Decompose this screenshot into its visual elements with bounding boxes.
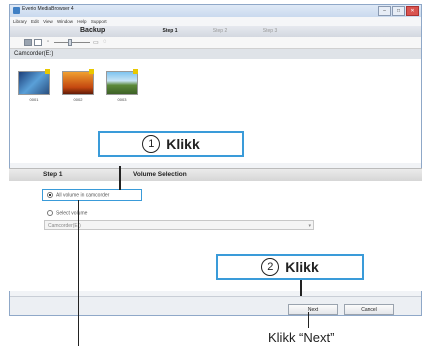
tab-step-2: Step 2 xyxy=(212,28,228,34)
menu-window[interactable]: Window xyxy=(57,17,73,26)
callout-text: Klikk xyxy=(166,136,200,152)
grid-view-icon[interactable] xyxy=(24,39,32,46)
thumbnail-1[interactable] xyxy=(18,69,50,95)
minimize-button[interactable]: – xyxy=(378,6,391,16)
page-title: Backup xyxy=(80,27,106,34)
zoom-slider-track xyxy=(54,42,90,43)
volume-dropdown[interactable]: Camcorder(E:) ▾ xyxy=(44,220,314,230)
title-bar: Everio MediaBrowser 4 – □ ✕ xyxy=(10,5,421,17)
radio-icon[interactable] xyxy=(47,210,53,216)
callout-1: 1 Klikk xyxy=(98,131,244,157)
new-flag-icon xyxy=(89,69,94,74)
thumbnail-caption: 0003 xyxy=(117,97,127,102)
thumbnail-2[interactable] xyxy=(62,69,94,95)
menu-bar: Library Edit View Window Help Support xyxy=(10,17,421,26)
pointer-line xyxy=(78,200,79,346)
option-select-volume[interactable]: Select volume xyxy=(47,210,87,216)
dropdown-value: Camcorder(E:) xyxy=(48,223,81,229)
zoom-in-icon[interactable]: ▭ xyxy=(93,39,99,46)
thumbnail-caption: 0001 xyxy=(29,97,39,102)
step-number-badge: 2 xyxy=(261,258,280,276)
menu-support[interactable]: Support xyxy=(91,17,107,26)
next-button[interactable]: Next xyxy=(288,304,338,315)
button-bar: Next Cancel xyxy=(10,296,421,315)
step-number-badge: 1 xyxy=(142,135,161,153)
section-title: Volume Selection xyxy=(133,171,187,178)
step-bar: Step 1 Volume Selection xyxy=(9,168,422,182)
chevron-down-icon: ▾ xyxy=(308,223,311,229)
close-button[interactable]: ✕ xyxy=(406,6,419,16)
tab-step-3: Step 3 xyxy=(262,28,278,34)
option-label: Select volume xyxy=(56,210,88,217)
rotate-icon[interactable]: ◌ xyxy=(103,39,107,45)
zoom-out-icon[interactable]: ▫ xyxy=(47,39,49,45)
menu-help[interactable]: Help xyxy=(77,17,86,26)
app-icon xyxy=(13,7,20,14)
highlight-box xyxy=(42,189,142,201)
maximize-button[interactable]: □ xyxy=(392,6,405,16)
zoom-slider-thumb[interactable] xyxy=(68,39,72,46)
source-label: Camcorder(E:) xyxy=(10,49,421,59)
menu-view[interactable]: View xyxy=(43,17,53,26)
view-toolbar: ▫ ▭ ◌ xyxy=(10,37,421,49)
window-title: Everio MediaBrowser 4 xyxy=(22,6,74,12)
connector-line-3 xyxy=(308,312,309,328)
tab-step-1: Step 1 xyxy=(162,28,178,34)
thumbnail-caption: 0002 xyxy=(73,97,83,102)
cancel-button[interactable]: Cancel xyxy=(344,304,394,315)
new-flag-icon xyxy=(45,69,50,74)
menu-library[interactable]: Library xyxy=(13,17,27,26)
step-label: Step 1 xyxy=(43,171,63,178)
list-view-icon[interactable] xyxy=(34,39,42,46)
new-flag-icon xyxy=(133,69,138,74)
next-caption: Klikk “Next” xyxy=(268,330,335,345)
callout-text: Klikk xyxy=(285,259,319,275)
connector-line-1 xyxy=(119,166,121,190)
menu-edit[interactable]: Edit xyxy=(31,17,39,26)
callout-2: 2 Klikk xyxy=(216,254,364,280)
thumbnail-3[interactable] xyxy=(106,69,138,95)
